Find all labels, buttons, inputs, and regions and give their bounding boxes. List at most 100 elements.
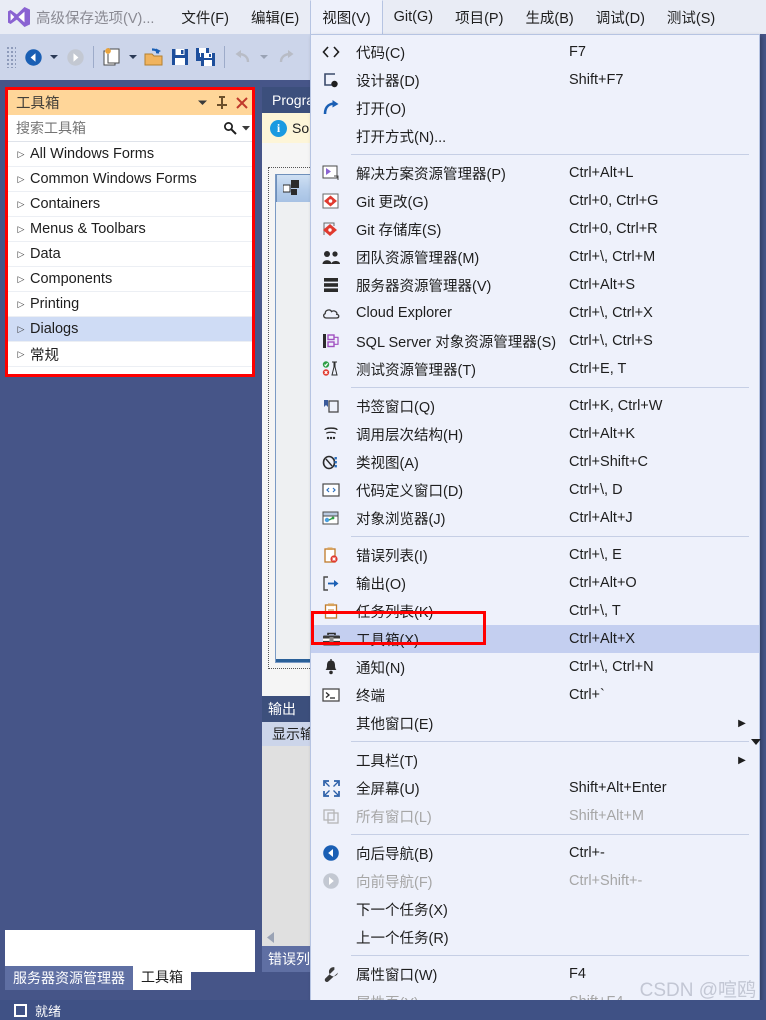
menu-item-accelerator: Ctrl+- — [569, 845, 605, 861]
new-item-icon[interactable] — [99, 42, 125, 72]
menu-item-object-browser[interactable]: 对象浏览器(J) Ctrl+Alt+J — [311, 504, 759, 532]
toolbox-panel: 工具箱 ▷ All Windows Forms ▷ Common Windows… — [5, 87, 255, 377]
search-input[interactable] — [16, 120, 220, 136]
menu-item-test-explorer[interactable]: 测试资源管理器(T) Ctrl+E, T — [311, 355, 759, 383]
menu-item-navigate-backward[interactable]: 向后导航(B) Ctrl+- — [311, 839, 759, 867]
notifications-icon — [311, 653, 351, 681]
menu-item-toolbox[interactable]: 工具箱(X) Ctrl+Alt+X — [311, 625, 759, 653]
save-all-icon[interactable] — [193, 42, 219, 72]
menu-debug[interactable]: 调试(D) — [585, 0, 656, 34]
toolbox-category-common-windows-forms[interactable]: ▷ Common Windows Forms — [8, 167, 252, 192]
toolbox-titlebar: 工具箱 — [8, 90, 252, 115]
menu-item-cloud-explorer[interactable]: Cloud Explorer Ctrl+\, Ctrl+X — [311, 299, 759, 327]
toolbox-category-menus-toolbars[interactable]: ▷ Menus & Toolbars — [8, 217, 252, 242]
menu-item-output[interactable]: 输出(O) Ctrl+Alt+O — [311, 569, 759, 597]
menu-item-call-hierarchy[interactable]: 调用层次结构(H) Ctrl+Alt+K — [311, 420, 759, 448]
toolbox-category-data[interactable]: ▷ Data — [8, 242, 252, 267]
save-icon[interactable] — [167, 42, 193, 72]
menu-item-open-with[interactable]: 打开方式(N)... — [311, 122, 759, 150]
menu-test[interactable]: 测试(S) — [656, 0, 726, 34]
menu-git[interactable]: Git(G) — [383, 0, 444, 34]
open-file-icon[interactable] — [141, 42, 167, 72]
menu-item-label: 调用层次结构(H) — [356, 427, 464, 444]
menu-item-label: 错误列表(I) — [356, 548, 428, 565]
dock-tab-server-explorer[interactable]: 服务器资源管理器 — [5, 966, 133, 990]
menu-item-label: 测试资源管理器(T) — [356, 362, 477, 379]
menu-edit[interactable]: 编辑(E) — [240, 0, 310, 34]
toolbox-category-label: Menus & Toolbars — [30, 221, 146, 237]
menu-item-class-view[interactable]: 类视图(A) Ctrl+Shift+C — [311, 448, 759, 476]
call-hierarchy-icon — [311, 420, 351, 448]
standard-toolbar — [0, 34, 310, 80]
status-text: 就绪 — [35, 1003, 62, 1019]
menu-item-accelerator: Ctrl+\, E — [569, 547, 622, 563]
menu-item-git-changes[interactable]: Git 更改(G) Ctrl+0, Ctrl+G — [311, 187, 759, 215]
toolbox-category-list[interactable]: ▷ All Windows Forms ▷ Common Windows For… — [8, 142, 252, 367]
menu-item-open[interactable]: 打开(O) — [311, 94, 759, 122]
dock-tab-toolbox[interactable]: 工具箱 — [133, 964, 191, 990]
form-designer-icon — [282, 179, 300, 198]
menu-item-bookmark-window[interactable]: 书签窗口(Q) Ctrl+K, Ctrl+W — [311, 392, 759, 420]
undo-dropdown-caret-icon — [260, 55, 268, 59]
search-caret-down-icon[interactable] — [240, 117, 252, 139]
toolbox-category-label: 常规 — [30, 347, 59, 364]
chevron-right-icon: ▷ — [17, 298, 25, 309]
open-arrow-icon — [311, 94, 351, 122]
menu-item-code[interactable]: 代码(C) F7 — [311, 38, 759, 66]
navigate-back-icon[interactable] — [20, 42, 46, 72]
toolbar-grip[interactable] — [6, 46, 16, 68]
menu-item-task-list[interactable]: 任务列表(K) Ctrl+\, T — [311, 597, 759, 625]
menu-separator — [351, 955, 749, 956]
left-dock-tabstrip: 服务器资源管理器 工具箱 — [5, 964, 255, 990]
menu-item-label: 对象浏览器(J) — [356, 511, 446, 528]
menu-scroll-caret-down-icon[interactable] — [748, 734, 764, 750]
watermark: CSDN @喧鸥 — [639, 980, 756, 1001]
menu-item-previous-task[interactable]: 上一个任务(R) — [311, 923, 759, 951]
pin-icon[interactable] — [212, 92, 232, 114]
menu-item-other-windows[interactable]: 其他窗口(E) ▶ — [311, 709, 759, 737]
menu-item-notifications[interactable]: 通知(N) Ctrl+\, Ctrl+N — [311, 653, 759, 681]
menu-item-solution-explorer[interactable]: 解决方案资源管理器(P) Ctrl+Alt+L — [311, 159, 759, 187]
menu-item-fullscreen[interactable]: 全屏幕(U) Shift+Alt+Enter — [311, 774, 759, 802]
menu-view[interactable]: 视图(V) — [310, 0, 383, 34]
toolbox-category-all-windows-forms[interactable]: ▷ All Windows Forms — [8, 142, 252, 167]
menu-item-server-explorer[interactable]: 服务器资源管理器(V) Ctrl+Alt+S — [311, 271, 759, 299]
sql-server-object-explorer-icon — [311, 327, 351, 355]
menu-item-designer[interactable]: 设计器(D) Shift+F7 — [311, 66, 759, 94]
menu-item-accelerator: Ctrl+\, T — [569, 603, 621, 619]
toolbox-category-dialogs[interactable]: ▷ Dialogs — [8, 317, 252, 342]
menu-item-sql-server-object-explorer[interactable]: SQL Server 对象资源管理器(S) Ctrl+\, Ctrl+S — [311, 327, 759, 355]
toolbox-category-containers[interactable]: ▷ Containers — [8, 192, 252, 217]
output-icon — [311, 569, 351, 597]
toolbox-category-components[interactable]: ▷ Components — [8, 267, 252, 292]
menu-project[interactable]: 项目(P) — [444, 0, 514, 34]
menu-item-label: Git 更改(G) — [356, 194, 429, 211]
menu-item-label: 向后导航(B) — [356, 846, 434, 863]
menu-item-accelerator: Ctrl+Alt+J — [569, 510, 633, 526]
new-item-dropdown-caret-icon[interactable] — [129, 55, 137, 59]
back-dropdown-caret-icon[interactable] — [50, 55, 58, 59]
toolbox-search-bar[interactable] — [8, 115, 252, 142]
menu-item-next-task[interactable]: 下一个任务(X) — [311, 895, 759, 923]
fullscreen-icon — [311, 774, 351, 802]
menu-item-code-definition-window[interactable]: 代码定义窗口(D) Ctrl+\, D — [311, 476, 759, 504]
no-icon — [311, 746, 351, 774]
toolbox-category-general[interactable]: ▷ 常规 — [8, 342, 252, 367]
menu-item-toolbars[interactable]: 工具栏(T) ▶ — [311, 746, 759, 774]
toolbox-category-printing[interactable]: ▷ Printing — [8, 292, 252, 317]
menu-item-terminal[interactable]: 终端 Ctrl+` — [311, 681, 759, 709]
view-dropdown-menu: 代码(C) F7 设计器(D) Shift+F7 打开(O) 打开方式(N)..… — [310, 34, 760, 1020]
chevron-right-icon: ▷ — [17, 223, 25, 234]
menu-item-team-explorer[interactable]: 团队资源管理器(M) Ctrl+\, Ctrl+M — [311, 243, 759, 271]
scroll-left-icon[interactable] — [262, 928, 280, 946]
menu-item-label: 服务器资源管理器(V) — [356, 278, 492, 295]
class-view-icon — [311, 448, 351, 476]
magnifier-icon[interactable] — [220, 117, 240, 139]
menu-file[interactable]: 文件(F) — [170, 0, 240, 34]
menu-item-error-list[interactable]: 错误列表(I) Ctrl+\, E — [311, 541, 759, 569]
dropdown-icon[interactable] — [192, 92, 212, 114]
ready-icon — [14, 1003, 27, 1017]
menu-item-git-repository[interactable]: Git 存储库(S) Ctrl+0, Ctrl+R — [311, 215, 759, 243]
menu-build[interactable]: 生成(B) — [514, 0, 584, 34]
close-icon[interactable] — [232, 92, 252, 114]
